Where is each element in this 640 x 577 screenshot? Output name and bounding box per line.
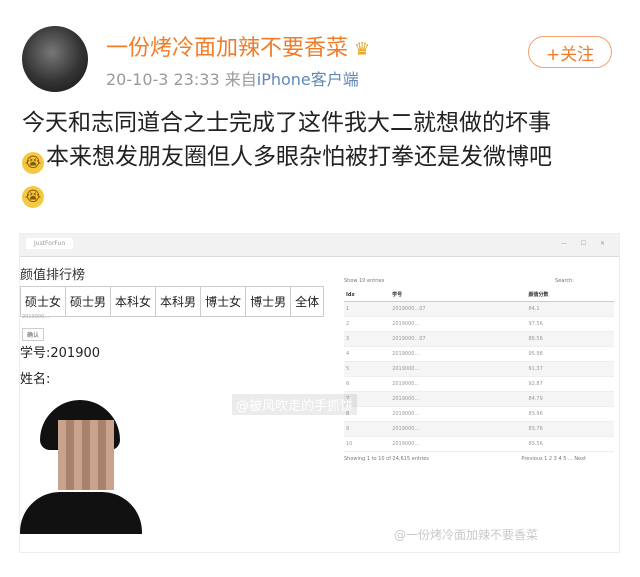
username-text: 一份烤冷面加辣不要香菜 (106, 36, 349, 61)
cat-button[interactable]: 硕士男 (66, 287, 112, 316)
table-cell: 9 (344, 421, 391, 437)
table-cell: 2019000... (390, 421, 527, 437)
table-row: 6 2019000... 92.87 (344, 376, 614, 392)
col-header[interactable]: 颜值分数 (526, 288, 614, 302)
table-cell: 2019000... (390, 406, 527, 422)
cat-button[interactable]: 博士男 (246, 287, 292, 316)
embedded-screenshot[interactable]: JustForFun — ☐ ✕ 颜值排行榜 硕士女 硕士男 本科女 本科男 博… (20, 234, 619, 552)
browser-toolbar: JustForFun — ☐ ✕ (20, 234, 619, 257)
cat-button[interactable]: 本科女 (111, 287, 157, 316)
table-cell: 91.37 (526, 361, 614, 377)
table-footer: Showing 1 to 10 of 24,615 entries Previo… (344, 456, 614, 466)
table-row: 10 2019000... 83.56 (344, 436, 614, 452)
search-label[interactable]: Search: (555, 278, 574, 284)
follow-button[interactable]: +关注 (528, 36, 612, 68)
post-text: 今天和志同道合之士完成了这件我大二就想做的坏事 😭 本来想发朋友圈但人多眼杂怕被打… (22, 106, 622, 208)
table-cell: 97.56 (526, 316, 614, 332)
ranking-table: Show 10 entries Search: Idx 学号 颜值分数 1 201… (344, 278, 614, 466)
page-title: 颜值排行榜 (20, 268, 86, 283)
pixelated-face (58, 420, 114, 490)
table-cell: 3 (344, 331, 391, 347)
table-cell: 83.56 (526, 436, 614, 452)
table-info: Showing 1 to 10 of 24,615 entries (344, 456, 429, 462)
cat-button[interactable]: 全体 (291, 287, 323, 316)
post-line-2: 😭 本来想发朋友圈但人多眼杂怕被打拳还是发微博吧 (22, 140, 622, 174)
table-cell: 2019000...07 (390, 331, 527, 347)
watermark-center: @被风吹走的手抓饼 (232, 394, 358, 415)
post-date: 20-10-3 23:33 (106, 70, 220, 89)
table-cell: 84.1 (526, 301, 614, 317)
crown-icon: ♛ (354, 39, 371, 60)
col-header[interactable]: Idx (344, 288, 391, 302)
ok-button[interactable]: 确认 (22, 328, 45, 341)
cat-button[interactable]: 硕士女 (21, 287, 67, 316)
table-cell: 2019000... (390, 346, 527, 362)
table-cell: 2019000... (390, 436, 527, 452)
table-row: 5 2019000... 91.37 (344, 361, 614, 377)
table-cell: 83.76 (526, 421, 614, 437)
category-buttons: 硕士女 硕士男 本科女 本科男 博士女 博士男 全体 (20, 286, 325, 317)
source-prefix: 来自 (224, 70, 257, 89)
post-meta: 20-10-3 23:33 来自iPhone客户端 (106, 66, 359, 90)
table-cell: 2019000... (390, 316, 527, 332)
data-table: Idx 学号 颜值分数 1 2019000...07 84.1 2 2019000...… (344, 288, 614, 452)
table-row: 3 2019000...07 86.56 (344, 331, 614, 347)
table-cell: 10 (344, 436, 391, 452)
table-cell: 4 (344, 346, 391, 362)
watermark-bottom: @一份烤冷面加辣不要香菜 (394, 528, 539, 542)
table-row: 4 2019000... 95.98 (344, 346, 614, 362)
student-photo (20, 400, 142, 534)
table-cell: 6 (344, 376, 391, 392)
table-controls: Show 10 entries Search: (344, 278, 614, 288)
post-line-1: 今天和志同道合之士完成了这件我大二就想做的坏事 (22, 110, 551, 136)
avatar[interactable] (22, 26, 88, 92)
table-row: 7 2019000... 84.79 (344, 391, 614, 407)
table-row: 9 2019000... 83.76 (344, 421, 614, 437)
cat-button[interactable]: 博士女 (201, 287, 247, 316)
table-row: 2 2019000... 97.56 (344, 316, 614, 332)
table-cell: 2019000... (390, 391, 527, 407)
table-cell: 2019000...07 (390, 301, 527, 317)
table-cell: 2019000... (390, 376, 527, 392)
crying-face-icon: 😭 (22, 186, 44, 208)
browser-tab: JustForFun (26, 238, 74, 249)
table-cell: 1 (344, 301, 391, 317)
col-header[interactable]: 学号 (390, 288, 527, 302)
window-controls: — ☐ ✕ (560, 240, 611, 247)
pagination[interactable]: Previous 1 2 3 4 5 ... Next (521, 456, 586, 462)
id-input[interactable]: 2019000... (22, 314, 49, 320)
table-cell: 2019000... (390, 361, 527, 377)
source-link[interactable]: iPhone客户端 (257, 70, 359, 89)
table-row: 1 2019000...07 84.1 (344, 301, 614, 317)
post-line-3: 😭 (22, 174, 622, 208)
table-cell: 84.79 (526, 391, 614, 407)
student-name: 姓名: (20, 372, 51, 387)
table-cell: 5 (344, 361, 391, 377)
post-line-2-text: 本来想发朋友圈但人多眼杂怕被打拳还是发微博吧 (46, 144, 552, 170)
show-entries[interactable]: Show 10 entries (344, 278, 384, 284)
table-row: 8 2019000... 83.96 (344, 406, 614, 422)
cat-button[interactable]: 本科男 (156, 287, 202, 316)
photo-shirt (20, 492, 142, 534)
table-cell: 86.56 (526, 331, 614, 347)
table-cell: 95.98 (526, 346, 614, 362)
username[interactable]: 一份烤冷面加辣不要香菜 ♛ (106, 30, 370, 62)
crying-face-icon: 😭 (22, 152, 44, 174)
table-cell: 83.96 (526, 406, 614, 422)
table-cell: 2 (344, 316, 391, 332)
table-cell: 92.87 (526, 376, 614, 392)
student-id: 学号:201900 (20, 346, 101, 361)
